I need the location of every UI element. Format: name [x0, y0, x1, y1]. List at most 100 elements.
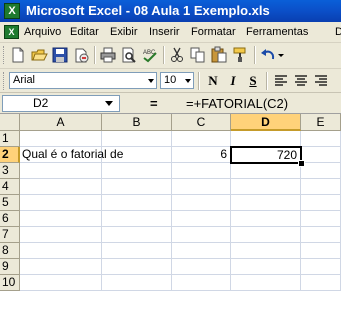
grid-cell[interactable] — [231, 275, 301, 291]
row-header-1[interactable]: 1 — [0, 131, 20, 147]
format-painter-icon[interactable] — [231, 46, 249, 64]
grid-cell[interactable] — [102, 163, 172, 179]
grid-cell[interactable] — [301, 147, 341, 163]
grid-cell[interactable] — [301, 211, 341, 227]
grid-cell[interactable] — [20, 195, 102, 211]
grid-cell[interactable] — [301, 227, 341, 243]
font-name-select[interactable]: Arial — [9, 72, 157, 89]
select-all-corner[interactable] — [0, 114, 20, 131]
grid-cell[interactable] — [172, 131, 231, 147]
new-icon[interactable] — [9, 46, 27, 64]
grid-cell[interactable] — [231, 259, 301, 275]
row-header-10[interactable]: 10 — [0, 275, 20, 291]
underline-button[interactable]: S — [244, 72, 262, 90]
grid-cell[interactable] — [20, 275, 102, 291]
excel-app-icon[interactable]: X — [4, 3, 20, 19]
grid-cell[interactable] — [20, 211, 102, 227]
open-icon[interactable] — [30, 46, 48, 64]
grid-cell[interactable] — [301, 131, 341, 147]
menu-formatar[interactable]: Formatar — [191, 26, 236, 38]
row-header-4[interactable]: 4 — [0, 179, 20, 195]
chevron-down-icon[interactable] — [185, 79, 191, 83]
grid-cell[interactable] — [102, 243, 172, 259]
row-header-6[interactable]: 6 — [0, 211, 20, 227]
menu-editar[interactable]: Editar — [70, 26, 99, 38]
cell-d2[interactable]: 720 — [230, 146, 302, 164]
grid-cell[interactable] — [20, 259, 102, 275]
align-center-icon[interactable] — [292, 72, 310, 90]
workbook-icon[interactable]: X — [4, 25, 19, 39]
row-header-3[interactable]: 3 — [0, 163, 20, 179]
grid-cell[interactable] — [231, 227, 301, 243]
formula-input[interactable]: =+FATORIAL(C2) — [186, 96, 288, 111]
grid-cell[interactable] — [301, 275, 341, 291]
toolbar-grip[interactable] — [3, 72, 7, 90]
font-size-select[interactable]: 10 — [160, 72, 194, 89]
cut-icon[interactable] — [168, 46, 186, 64]
grid-cell[interactable] — [172, 195, 231, 211]
column-header-b[interactable]: B — [102, 114, 172, 131]
undo-dropdown-icon[interactable] — [277, 46, 285, 64]
paste-icon[interactable] — [210, 46, 228, 64]
row-header-8[interactable]: 8 — [0, 243, 20, 259]
grid-cell[interactable] — [301, 243, 341, 259]
grid-cell[interactable] — [172, 259, 231, 275]
chevron-down-icon[interactable] — [105, 101, 113, 106]
row-header-9[interactable]: 9 — [0, 259, 20, 275]
align-left-icon[interactable] — [272, 72, 290, 90]
row-header-7[interactable]: 7 — [0, 227, 20, 243]
grid-cell[interactable] — [231, 131, 301, 147]
cell-c2[interactable]: 6 — [172, 147, 231, 163]
grid-cell[interactable] — [231, 179, 301, 195]
fill-handle[interactable] — [298, 160, 305, 167]
permission-icon[interactable] — [72, 46, 90, 64]
column-header-d[interactable]: D — [231, 114, 301, 131]
print-icon[interactable] — [99, 46, 117, 64]
grid-cell[interactable] — [301, 179, 341, 195]
row-header-5[interactable]: 5 — [0, 195, 20, 211]
grid-cell[interactable] — [102, 131, 172, 147]
grid-cell[interactable] — [102, 259, 172, 275]
worksheet-grid[interactable]: A B C D E 1 2 3 4 5 6 7 8 9 10 Qual é o fatorial … — [0, 114, 341, 318]
menu-inserir[interactable]: Inserir — [149, 26, 180, 38]
grid-cell[interactable] — [102, 227, 172, 243]
column-header-e[interactable]: E — [301, 114, 341, 131]
chevron-down-icon[interactable] — [148, 79, 154, 83]
column-header-a[interactable]: A — [20, 114, 102, 131]
grid-cell[interactable] — [20, 131, 102, 147]
cell-a2[interactable]: Qual é o fatorial de — [20, 147, 123, 163]
grid-cell[interactable] — [20, 163, 102, 179]
grid-cell[interactable] — [172, 227, 231, 243]
grid-cell[interactable] — [20, 243, 102, 259]
name-box[interactable]: D2 — [2, 95, 120, 112]
grid-cell[interactable] — [102, 275, 172, 291]
grid-cell[interactable] — [172, 211, 231, 227]
column-header-c[interactable]: C — [172, 114, 231, 131]
grid-cell[interactable] — [172, 163, 231, 179]
undo-icon[interactable] — [259, 46, 277, 64]
print-preview-icon[interactable] — [120, 46, 138, 64]
toolbar-grip[interactable] — [3, 46, 7, 64]
menu-exibir[interactable]: Exibir — [110, 26, 138, 38]
grid-cell[interactable] — [20, 179, 102, 195]
grid-cell[interactable] — [231, 195, 301, 211]
grid-cell[interactable] — [172, 275, 231, 291]
italic-button[interactable]: I — [224, 72, 242, 90]
copy-icon[interactable] — [189, 46, 207, 64]
grid-cell[interactable] — [301, 163, 341, 179]
grid-cell[interactable] — [172, 179, 231, 195]
title-bar[interactable]: X Microsoft Excel - 08 Aula 1 Exemplo.xl… — [0, 0, 341, 22]
grid-cell[interactable] — [102, 179, 172, 195]
grid-cell[interactable] — [231, 163, 301, 179]
menu-arquivo[interactable]: Arquivo — [24, 26, 61, 38]
grid-cell[interactable] — [172, 243, 231, 259]
bold-button[interactable]: N — [204, 72, 222, 90]
row-header-2[interactable]: 2 — [0, 147, 20, 163]
grid-cell[interactable] — [301, 195, 341, 211]
grid-cell[interactable] — [231, 243, 301, 259]
menu-ferramentas[interactable]: Ferramentas — [246, 26, 308, 38]
grid-cell[interactable] — [20, 227, 102, 243]
save-icon[interactable] — [51, 46, 69, 64]
menu-dados[interactable]: D — [335, 26, 341, 38]
grid-cell[interactable] — [102, 211, 172, 227]
